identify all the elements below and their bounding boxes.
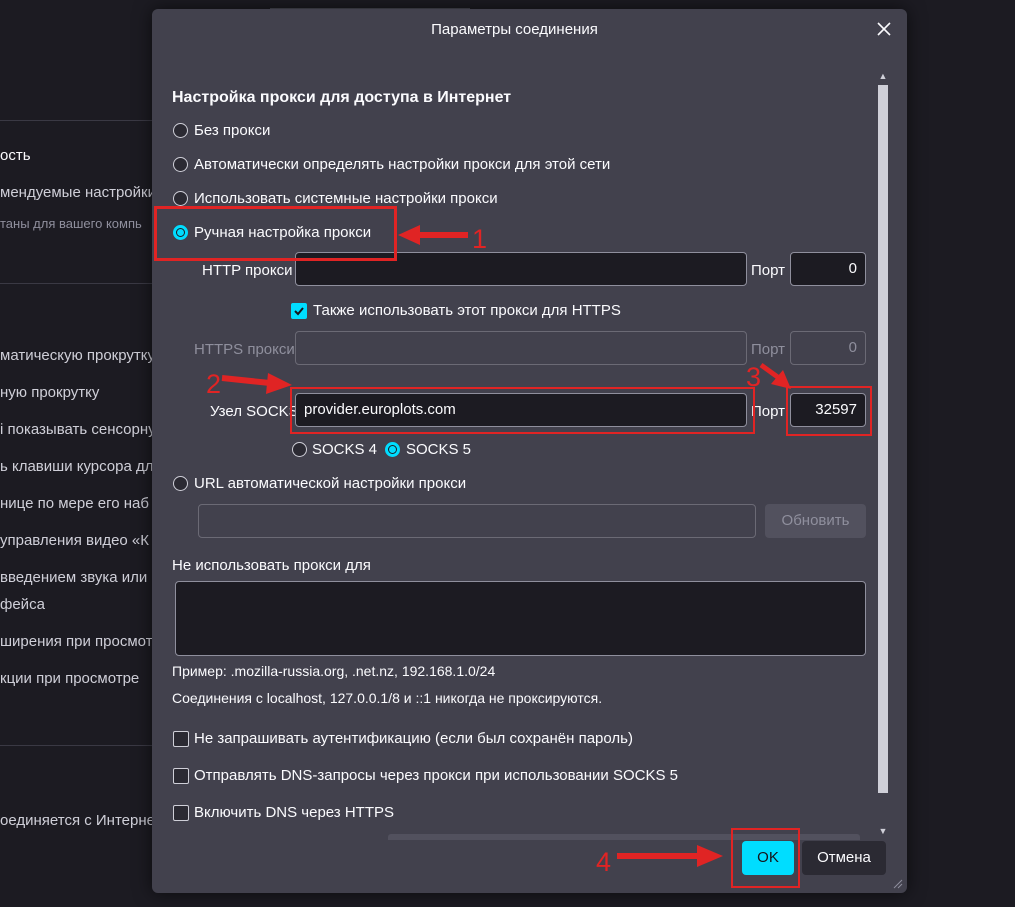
resize-grip-icon[interactable] [893, 879, 903, 889]
http-port-input[interactable]: 0 [790, 252, 866, 286]
background-divider [0, 745, 152, 746]
background-text: нице по мере его наб [0, 495, 149, 512]
connection-settings-dialog: Параметры соединения Настройка прокси дл… [152, 9, 907, 893]
scrollbar[interactable]: ▲ ▼ [875, 67, 891, 841]
radio-socks4-label[interactable]: SOCKS 4 [312, 441, 377, 458]
update-button[interactable]: Обновить [765, 504, 866, 538]
background-text: ширения при просмот [0, 633, 153, 650]
background-text: ную прокрутку [0, 384, 100, 401]
background-text: оединяется с Интернет [0, 812, 162, 829]
dns-over-https-checkbox[interactable] [173, 805, 189, 821]
https-port-input[interactable]: 0 [790, 331, 866, 365]
annotation-box-ok-button [731, 828, 800, 888]
background-text: мендуемые настройки [0, 184, 156, 201]
annotation-box-manual-proxy [154, 206, 397, 261]
background-text: таны для вашего компь [0, 216, 142, 231]
socks-dns-checkbox[interactable] [173, 768, 189, 784]
background-divider [0, 283, 152, 284]
auto-url-input[interactable] [198, 504, 756, 538]
annotation-number-2: 2 [206, 369, 222, 399]
radio-no-proxy-label[interactable]: Без прокси [194, 122, 270, 139]
radio-no-proxy[interactable] [173, 123, 188, 138]
annotation-arrow-4-icon [617, 845, 723, 867]
radio-socks5[interactable] [385, 442, 400, 457]
scroll-down-icon[interactable]: ▼ [877, 825, 889, 837]
annotation-number-4: 4 [596, 847, 612, 877]
background-text: управления видео «К [0, 532, 150, 549]
scroll-up-icon[interactable]: ▲ [877, 70, 889, 82]
no-proxy-for-textarea[interactable] [175, 581, 866, 656]
http-proxy-label: HTTP прокси [202, 262, 293, 279]
radio-system-proxy-label[interactable]: Использовать системные настройки прокси [194, 190, 498, 207]
radio-auto-detect[interactable] [173, 157, 188, 172]
https-port-label: Порт [751, 341, 786, 358]
annotation-arrow-3-icon [759, 362, 791, 389]
cancel-button[interactable]: Отмена [802, 841, 886, 875]
no-auth-prompt-checkbox[interactable] [173, 731, 189, 747]
annotation-arrow-1-icon [398, 225, 468, 245]
radio-auto-detect-label[interactable]: Автоматически определять настройки прокс… [194, 156, 610, 173]
annotation-arrow-2-icon [221, 373, 292, 394]
background-text: матическую прокрутку [0, 347, 156, 364]
dialog-title: Параметры соединения [431, 21, 598, 38]
dialog-titlebar: Параметры соединения [152, 9, 907, 51]
annotation-box-socks-port [786, 386, 872, 436]
background-text: фейса [0, 596, 45, 613]
socks-port-label: Порт [751, 403, 786, 420]
localhost-note: Соединения с localhost, 127.0.0.1/8 и ::… [172, 690, 603, 706]
https-proxy-label: HTTPS прокси [194, 341, 295, 358]
background-text: і показывать сенсорну [0, 421, 156, 438]
radio-socks5-label[interactable]: SOCKS 5 [406, 441, 471, 458]
no-proxy-for-label: Не использовать прокси для [172, 557, 371, 574]
scrollbar-thumb[interactable] [878, 85, 888, 793]
radio-system-proxy[interactable] [173, 191, 188, 206]
close-button[interactable] [873, 18, 895, 40]
background-divider [0, 120, 152, 121]
example-text: Пример: .mozilla-russia.org, .net.nz, 19… [172, 663, 496, 679]
radio-auto-url-label[interactable]: URL автоматической настройки прокси [194, 475, 466, 492]
proxy-heading: Настройка прокси для доступа в Интернет [172, 89, 512, 106]
also-https-label[interactable]: Также использовать этот прокси для HTTPS [313, 302, 621, 319]
dns-over-https-label[interactable]: Включить DNS через HTTPS [194, 804, 394, 821]
background-text: введением звука или в [0, 569, 160, 586]
annotation-number-1: 1 [472, 224, 488, 254]
also-https-checkbox[interactable] [291, 303, 307, 319]
background-text: ость [0, 147, 31, 164]
radio-auto-url[interactable] [173, 476, 188, 491]
background-text: ь клавиши курсора для [0, 458, 162, 475]
https-proxy-input[interactable] [295, 331, 747, 365]
no-auth-prompt-label[interactable]: Не запрашивать аутентификацию (если был … [194, 730, 633, 747]
http-port-label: Порт [751, 262, 786, 279]
radio-socks4[interactable] [292, 442, 307, 457]
check-icon [294, 307, 304, 316]
close-icon [877, 22, 891, 36]
annotation-box-socks-host [290, 387, 755, 434]
socks-dns-label[interactable]: Отправлять DNS-запросы через прокси при … [194, 767, 678, 784]
socks-host-label: Узел SOCKS [210, 403, 299, 420]
background-text: кции при просмотре [0, 670, 140, 687]
